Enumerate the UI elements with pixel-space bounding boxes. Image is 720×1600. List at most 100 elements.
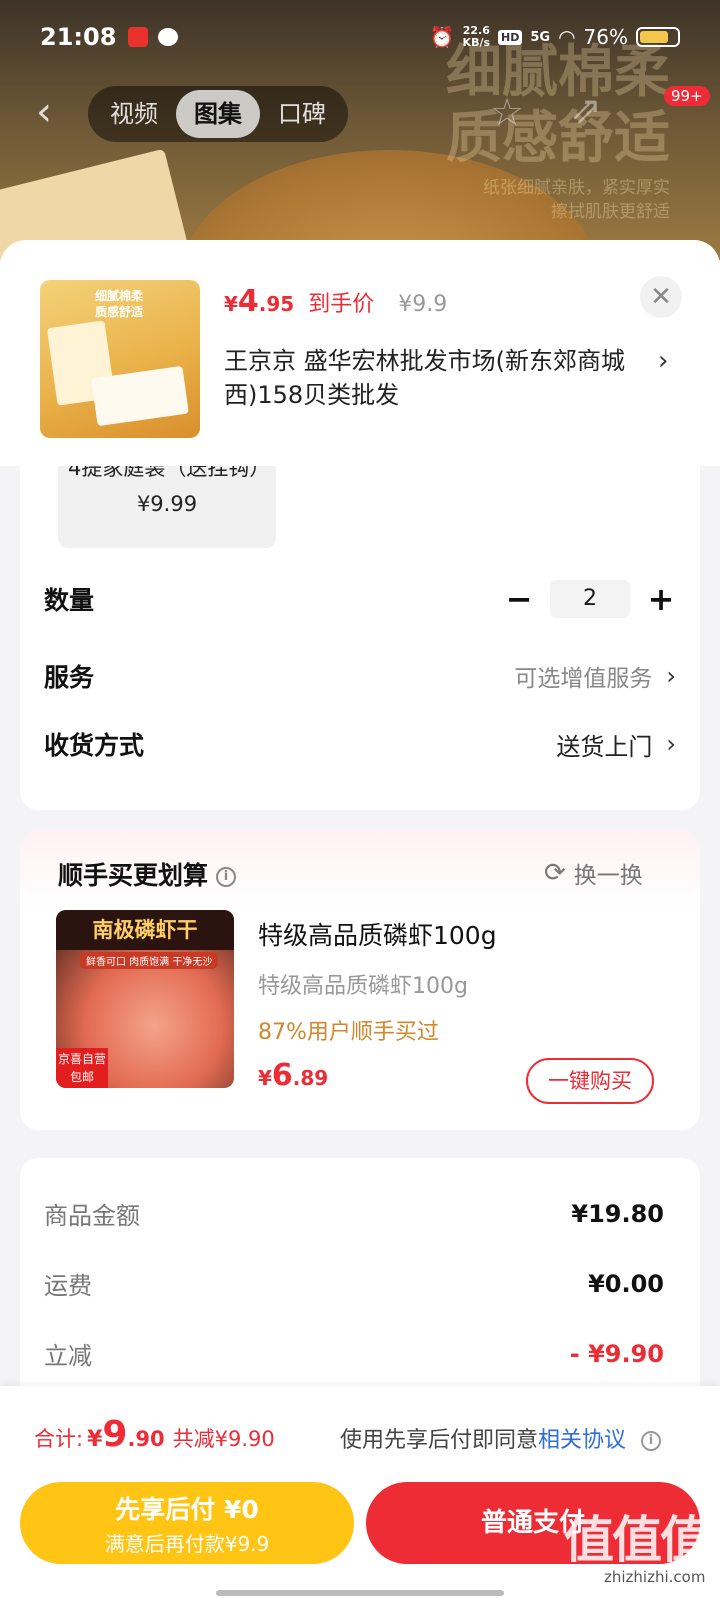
summary-value: - ¥9.90: [569, 1339, 664, 1368]
thumbnail-caption-line-1: 细腻棉柔: [94, 289, 143, 303]
summary-row-goods: 商品金额 ¥19.80: [44, 1196, 664, 1231]
total-saved: 共减¥9.90: [172, 1427, 275, 1451]
net-speed-unit: KB/s: [462, 36, 491, 49]
info-icon[interactable]: i: [216, 867, 237, 887]
quantity-input[interactable]: 2: [550, 580, 630, 618]
battery-percent: 76%: [583, 25, 628, 49]
home-indicator[interactable]: [216, 1590, 504, 1596]
status-bar: 21:08 ⏰ 22.6 KB/s HD 5G ◠ 76%: [0, 0, 720, 74]
final-price-symbol: ¥: [224, 292, 238, 316]
gallery-tagline: 纸张细腻亲肤，紧实厚实 擦拭肌肤更舒适: [483, 176, 670, 224]
quantity-stepper: − 2 +: [504, 580, 676, 618]
recommend-image-subtitle: 鲜香可口 肉质饱满 干净无沙: [80, 952, 219, 969]
recommend-price: ¥6.89: [258, 1058, 328, 1093]
alarm-icon: ⏰: [429, 25, 455, 49]
summary-row-shipping: 运费 ¥0.00: [44, 1266, 664, 1301]
favorite-star-icon[interactable]: ☆: [490, 90, 524, 134]
order-total: 合计: ¥ 9 .90 共减¥9.90: [34, 1414, 275, 1455]
final-price-int: 4: [237, 284, 259, 319]
seller-address[interactable]: 王京京 盛华宏林批发市场(新东郊商城西)158贝类批发: [224, 344, 654, 412]
delivery-label: 收货方式: [44, 731, 145, 760]
recommend-price-symbol: ¥: [258, 1066, 272, 1090]
recommend-image-banner: 南极磷虾干: [56, 910, 234, 950]
top-nav: ‹ 视频 图集 口碑 ☆ ⇗ 99+: [0, 82, 720, 144]
total-symbol: ¥: [87, 1427, 103, 1452]
decrease-button[interactable]: −: [504, 580, 534, 618]
hd-icon: HD: [498, 29, 523, 45]
variant-price: ¥9.99: [136, 492, 198, 516]
total-dec: .90: [127, 1427, 165, 1451]
recommend-price-dec: .89: [292, 1066, 329, 1090]
original-price: ¥9.9: [398, 292, 448, 317]
chevron-right-icon: ›: [666, 662, 676, 690]
refresh-label: 换一换: [573, 863, 643, 889]
pay-later-subtitle: 满意后再付款¥9.9: [104, 1532, 270, 1556]
gallery-tagline-line-1: 纸张细腻亲肤，紧实厚实: [483, 178, 670, 198]
total-int: 9: [102, 1414, 128, 1455]
agreement-text: 使用先享后付即同意相关协议 i: [340, 1422, 662, 1454]
increase-button[interactable]: +: [646, 580, 676, 618]
recommend-image-tag-line-1: 京喜自营: [57, 1052, 106, 1066]
recommend-product-name[interactable]: 特级高品质磷虾100g: [258, 916, 497, 952]
sheet-header: 细腻棉柔 质感舒适 ¥4.95 到手价 ¥9.9 ✕ 王京京 盛华宏林批发市场(…: [0, 240, 720, 466]
tab-reviews[interactable]: 口碑: [260, 90, 344, 138]
summary-label: 立减: [44, 1342, 92, 1370]
summary-label: 商品金额: [44, 1202, 140, 1230]
service-value: 可选增值服务: [514, 666, 653, 692]
quantity-label: 数量: [44, 586, 95, 615]
signal-5g-icon: 5G: [530, 29, 551, 45]
recommend-card: 顺手买更划算 i ⟳ 换一换 南极磷虾干 鲜香可口 肉质饱满 干净无沙 京喜自营 …: [20, 830, 700, 1130]
thumbnail-caption-line-2: 质感舒适: [94, 305, 143, 319]
watermark: 值值值 zhizhizhi.com: [564, 1500, 710, 1586]
summary-value: ¥19.80: [571, 1199, 664, 1228]
pay-later-title: 先享后付 ¥0: [115, 1495, 259, 1524]
watermark-text: 值值值: [564, 1511, 710, 1569]
close-icon[interactable]: ✕: [640, 276, 682, 318]
recommend-title-text: 顺手买更划算: [58, 861, 209, 890]
delivery-row[interactable]: 收货方式 送货上门 ›: [44, 726, 676, 762]
app-notification-icon: [128, 27, 149, 47]
delivery-value: 送货上门: [556, 732, 653, 761]
status-right-icons: ⏰ 22.6 KB/s HD 5G ◠ 76%: [430, 25, 680, 49]
wifi-icon: ◠: [558, 25, 576, 49]
recommend-purchase-rate: 87%用户顺手买过: [258, 1020, 439, 1045]
agreement-prefix: 使用先享后付即同意: [340, 1428, 539, 1453]
pay-later-button[interactable]: 先享后付 ¥0 满意后再付款¥9.9: [20, 1482, 354, 1564]
share-icon[interactable]: ⇗: [570, 88, 602, 132]
watermark-url: zhizhizhi.com: [604, 1568, 706, 1586]
chevron-right-icon: ›: [666, 730, 676, 758]
quantity-row: 数量 − 2 +: [44, 580, 676, 618]
final-price-dec: .95: [258, 292, 295, 316]
agreement-link[interactable]: 相关协议: [538, 1428, 626, 1453]
gallery-tabs: 视频 图集 口碑: [88, 86, 348, 142]
status-left-icons: [128, 27, 179, 47]
info-icon[interactable]: i: [641, 1431, 662, 1451]
battery-icon: [636, 27, 680, 47]
service-label: 服务: [44, 663, 95, 692]
one-click-buy-button[interactable]: 一键购买: [526, 1058, 654, 1104]
status-time: 21:08: [40, 23, 117, 51]
tab-gallery[interactable]: 图集: [176, 90, 260, 138]
summary-value: ¥0.00: [588, 1269, 664, 1298]
recommend-image-tag-line-2: 包邮: [69, 1070, 94, 1084]
summary-label: 运费: [44, 1272, 92, 1300]
net-speed: 22.6 KB/s: [463, 25, 490, 49]
refresh-icon: ⟳: [544, 858, 566, 888]
tab-video[interactable]: 视频: [92, 90, 176, 138]
message-icon: [158, 28, 179, 46]
recommend-product-subtitle: 特级高品质磷虾100g: [258, 974, 468, 999]
recommend-image-tag: 京喜自营 包邮: [56, 1048, 108, 1088]
chevron-right-icon[interactable]: ›: [658, 344, 668, 378]
back-icon[interactable]: ‹: [36, 92, 52, 132]
message-badge: 99+: [664, 86, 710, 106]
recommend-price-int: 6: [271, 1058, 293, 1093]
gallery-tagline-line-2: 擦拭肌肤更舒适: [551, 202, 670, 222]
final-price: ¥4.95: [224, 284, 294, 319]
thumbnail-caption: 细腻棉柔 质感舒适: [64, 288, 174, 320]
recommend-title: 顺手买更划算 i: [58, 856, 237, 892]
price-line: ¥4.95 到手价 ¥9.9: [224, 284, 447, 319]
refresh-button[interactable]: ⟳ 换一换: [544, 856, 643, 890]
service-row[interactable]: 服务 可选增值服务 ›: [44, 658, 676, 694]
recommend-product-image[interactable]: 南极磷虾干 鲜香可口 肉质饱满 干净无沙 京喜自营 包邮: [56, 910, 234, 1088]
product-thumbnail[interactable]: 细腻棉柔 质感舒适: [40, 280, 200, 438]
